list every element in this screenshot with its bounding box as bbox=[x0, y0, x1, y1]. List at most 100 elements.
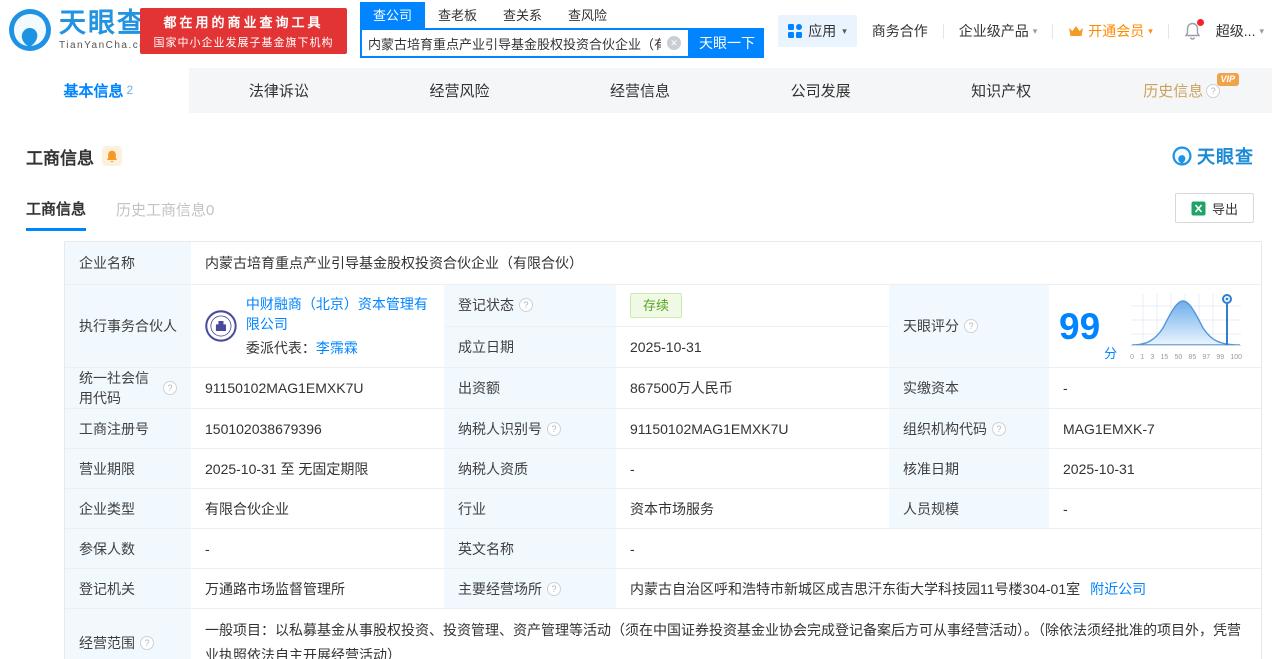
score-curve bbox=[1131, 293, 1242, 346]
search-area: 查公司 查老板 查关系 查风险 ✕ 天眼一下 bbox=[360, 2, 764, 58]
tab-history-info[interactable]: 历史信息 VIP ? bbox=[1091, 68, 1272, 113]
tab-operating-risk[interactable]: 经营风险 bbox=[369, 68, 550, 113]
promo-line-2: 国家中小企业发展子基金旗下机构 bbox=[153, 37, 334, 49]
search-input[interactable] bbox=[362, 35, 667, 51]
page-title: 工商信息 bbox=[26, 148, 94, 168]
question-icon[interactable]: ? bbox=[519, 298, 533, 313]
reg-status-label: 登记状态 ? bbox=[444, 285, 616, 326]
question-icon[interactable]: ? bbox=[992, 421, 1006, 436]
rep-label: 委派代表： bbox=[245, 340, 316, 357]
capital-value: 867500万人民币 bbox=[616, 368, 889, 408]
chevron-down-icon: ▾ bbox=[842, 25, 847, 36]
reg-number-label: 工商注册号 bbox=[65, 409, 191, 448]
address-text: 内蒙古自治区呼和浩特市新城区成吉思汗东街大学科技园11号楼304-01室 bbox=[630, 580, 1081, 597]
english-name-label: 英文名称 bbox=[444, 529, 616, 568]
business-address-label: 主要经营场所 ? bbox=[444, 569, 616, 608]
tab-label: 历史信息 bbox=[1143, 83, 1204, 100]
score-value-cell: 99 分 0 1 3 15 50 85 97 99 100 bbox=[1049, 285, 1261, 367]
label-text: 实缴资本 bbox=[903, 380, 959, 396]
tianyancha-logo[interactable]: 天眼查 TianYanCha.com bbox=[8, 8, 156, 52]
tab-intellectual-property[interactable]: 知识产权 bbox=[911, 68, 1092, 113]
industry-label: 行业 bbox=[444, 489, 616, 528]
table-row-partner: 执行事务合伙人 中财融商（北京）资本管理有限公司 委派代表：李霈霖 登记状态 ?… bbox=[65, 285, 1261, 368]
tab-basic-info[interactable]: 基本信息 2 bbox=[8, 68, 189, 113]
paid-capital-label: 实缴资本 bbox=[889, 368, 1049, 408]
tab-basic-info-count: 2 bbox=[126, 82, 134, 97]
menu-divider bbox=[942, 23, 944, 39]
taxpayer-quality-label: 纳税人资质 bbox=[444, 449, 616, 488]
tianyancha-watermark-icon bbox=[1172, 146, 1192, 166]
partner-info: 中财融商（北京）资本管理有限公司 委派代表：李霈霖 bbox=[246, 294, 434, 359]
table-row-credit-code: 统一社会信用代码 ? 91150102MAG1EMXK7U 出资额 867500… bbox=[65, 368, 1261, 409]
business-address-value: 内蒙古自治区呼和浩特市新城区成吉思汗东街大学科技园11号楼304-01室 附近公… bbox=[616, 569, 1261, 608]
label-text: 执行事务合伙人 bbox=[79, 318, 177, 334]
export-button[interactable]: 导出 bbox=[1175, 193, 1254, 223]
axis-tick: 3 bbox=[1150, 353, 1155, 361]
membership-label: 开通会员 bbox=[1088, 23, 1145, 39]
tab-label: 公司发展 bbox=[790, 83, 851, 100]
menu-item-enterprise[interactable]: 企业级产品 ▾ bbox=[959, 21, 1038, 41]
org-code-label: 组织机构代码 ? bbox=[889, 409, 1049, 448]
partner-company-link[interactable]: 中财融商（北京）资本管理有限公司 bbox=[246, 296, 428, 332]
tab-company-development[interactable]: 公司发展 bbox=[730, 68, 911, 113]
section-head: 工商信息 天眼查 bbox=[26, 143, 1254, 169]
label-text: 企业名称 bbox=[79, 255, 135, 271]
tab-operating-info[interactable]: 经营信息 bbox=[550, 68, 731, 113]
label-text: 登记状态 bbox=[458, 297, 514, 314]
search-tab-relation[interactable]: 查关系 bbox=[490, 2, 555, 28]
table-row-insured-count: 参保人数 - 英文名称 - bbox=[65, 529, 1261, 569]
est-date-value: 2025-10-31 bbox=[616, 326, 889, 367]
notification-bell-icon[interactable] bbox=[1184, 19, 1204, 40]
question-icon[interactable]: ? bbox=[547, 581, 561, 596]
rep-person-link[interactable]: 李霈霖 bbox=[316, 340, 358, 356]
subscribe-bell-icon[interactable] bbox=[102, 146, 122, 166]
label-text: 经营范围 bbox=[79, 634, 135, 651]
notification-dot bbox=[1196, 19, 1204, 26]
account-label: 超级... bbox=[1215, 23, 1256, 39]
menu-item-membership[interactable]: 开通会员 ▾ bbox=[1068, 21, 1153, 41]
question-icon[interactable]: ? bbox=[140, 635, 154, 650]
credit-code-label: 统一社会信用代码 ? bbox=[65, 368, 191, 408]
label-text: 成立日期 bbox=[458, 338, 514, 355]
menu-item-cooperation[interactable]: 商务合作 bbox=[872, 21, 928, 41]
partner-value: 中财融商（北京）资本管理有限公司 委派代表：李霈霖 bbox=[191, 285, 444, 367]
label-text: 参保人数 bbox=[79, 540, 135, 557]
insured-count-value: - bbox=[191, 529, 444, 568]
apps-menu-button[interactable]: 应用 ▾ bbox=[778, 15, 857, 47]
search-tab-boss[interactable]: 查老板 bbox=[425, 2, 490, 28]
reg-status-row: 登记状态 ? 存续 bbox=[444, 285, 889, 327]
credit-code-value: 91150102MAG1EMXK7U bbox=[191, 368, 444, 408]
score-distribution-chart: 0 1 3 15 50 85 97 99 100 bbox=[1129, 292, 1243, 361]
company-nav-tabs: 基本信息 2 法律诉讼 经营风险 经营信息 公司发展 知识产权 历史信息 VIP… bbox=[8, 68, 1272, 113]
search-tab-company[interactable]: 查公司 bbox=[360, 2, 426, 28]
reg-number-value: 150102038679396 bbox=[191, 409, 444, 448]
industry-value: 资本市场服务 bbox=[616, 489, 889, 528]
question-icon[interactable]: ? bbox=[964, 319, 978, 333]
clear-search-icon[interactable]: ✕ bbox=[667, 36, 681, 50]
approval-date-value: 2025-10-31 bbox=[1049, 449, 1261, 488]
business-scope-label: 经营范围 ? bbox=[65, 609, 191, 659]
score-number: 99 bbox=[1059, 305, 1101, 347]
promo-line-1: 都在用的商业查询工具 bbox=[163, 15, 324, 30]
english-name-value: - bbox=[616, 529, 1261, 568]
search-tab-risk[interactable]: 查风险 bbox=[555, 2, 620, 28]
search-tabs: 查公司 查老板 查关系 查风险 bbox=[360, 2, 764, 28]
subtab-business-info[interactable]: 工商信息 bbox=[26, 198, 87, 231]
reg-authority-value: 万通路市场监督管理所 bbox=[191, 569, 444, 608]
table-row-reg-authority: 登记机关 万通路市场监督管理所 主要经营场所 ? 内蒙古自治区呼和浩特市新城区成… bbox=[65, 569, 1261, 609]
axis-tick: 15 bbox=[1160, 353, 1169, 361]
menu-divider bbox=[1052, 23, 1054, 39]
search-button[interactable]: 天眼一下 bbox=[690, 28, 764, 58]
header-menu: 应用 ▾ 商务合作 企业级产品 ▾ 开通会员 ▾ 超级... ▾ bbox=[778, 15, 1264, 47]
tab-legal-proceedings[interactable]: 法律诉讼 bbox=[189, 68, 370, 113]
tianyancha-watermark: 天眼查 bbox=[1172, 143, 1254, 169]
label-text: 出资额 bbox=[458, 380, 500, 396]
label-text: 英文名称 bbox=[458, 540, 514, 557]
tab-label: 法律诉讼 bbox=[248, 83, 309, 100]
taxpayer-id-value: 91150102MAG1EMXK7U bbox=[616, 409, 889, 448]
question-icon[interactable]: ? bbox=[163, 381, 177, 395]
question-icon[interactable]: ? bbox=[547, 421, 561, 436]
menu-item-account[interactable]: 超级... ▾ bbox=[1216, 21, 1264, 41]
nearby-companies-link[interactable]: 附近公司 bbox=[1090, 579, 1146, 599]
subtab-history-business-info[interactable]: 历史工商信息0 bbox=[116, 199, 214, 231]
